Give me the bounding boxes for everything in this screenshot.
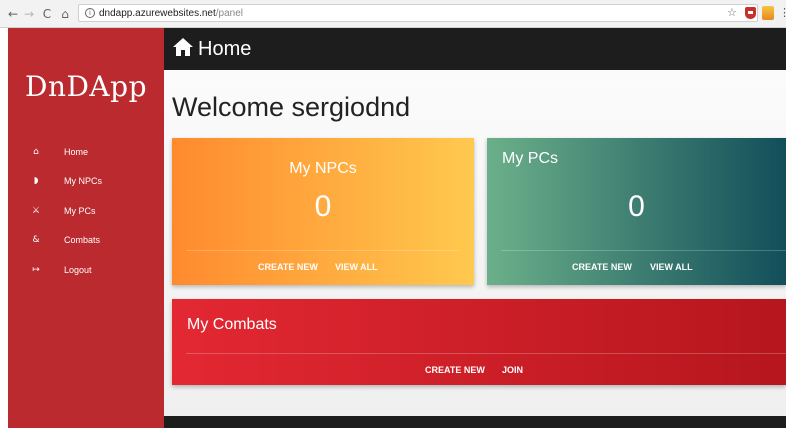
sword-icon: ⚔: [31, 206, 41, 216]
extension-icon[interactable]: [762, 6, 774, 20]
browser-toolbar: ← → C ⌂ i dndapp.azurewebsites.net/panel…: [0, 0, 786, 28]
ublock-extension-icon[interactable]: [745, 7, 756, 19]
create-combat-button[interactable]: CREATE NEW: [425, 365, 485, 375]
back-arrow-icon[interactable]: ←: [6, 7, 20, 21]
sidebar-item-home[interactable]: ⌂ Home: [8, 141, 164, 163]
address-bar[interactable]: i dndapp.azurewebsites.net/panel: [78, 4, 758, 22]
sidebar-item-logout[interactable]: ↦ Logout: [8, 259, 164, 281]
card-title: My Combats: [187, 316, 277, 333]
pcs-card: My PCs 0 CREATE NEW VIEW ALL: [487, 138, 786, 285]
shield-icon: ◗: [33, 176, 39, 186]
logout-icon: ↦: [32, 265, 40, 275]
sidebar-item-my-npcs[interactable]: ◗ My NPCs: [8, 170, 164, 192]
forward-arrow-icon[interactable]: →: [22, 7, 36, 21]
card-title: My PCs: [502, 150, 558, 167]
url-path: /panel: [215, 7, 243, 19]
sidebar-item-combats[interactable]: & Combats: [8, 229, 164, 251]
sidebar-item-label: My NPCs: [64, 176, 102, 186]
reload-icon[interactable]: C: [40, 7, 54, 21]
bookmark-star-icon[interactable]: ☆: [727, 6, 737, 19]
sidebar-item-label: Logout: [64, 265, 92, 275]
npcs-card: My NPCs 0 CREATE NEW VIEW ALL: [172, 138, 474, 285]
card-divider: [186, 353, 786, 354]
pc-count: 0: [628, 190, 645, 223]
welcome-heading: Welcome sergiodnd: [172, 92, 411, 122]
sidebar-item-label: Home: [64, 147, 89, 157]
sidebar: DnDApp ⌂ Home ◗ My NPCs ⚔ My PCs & Comba…: [8, 28, 164, 428]
card-divider: [186, 250, 460, 251]
home-icon: [173, 38, 193, 56]
sidebar-item-label: My PCs: [64, 206, 96, 216]
sidebar-item-my-pcs[interactable]: ⚔ My PCs: [8, 200, 164, 222]
join-combat-button[interactable]: JOIN: [502, 365, 523, 375]
create-npc-button[interactable]: CREATE NEW: [258, 262, 318, 272]
brand-logo[interactable]: DnDApp: [8, 70, 164, 103]
sidebar-item-label: Combats: [64, 235, 101, 245]
browser-menu-icon[interactable]: ⋮: [779, 6, 786, 19]
page-title: Home: [198, 38, 252, 60]
main-content: Welcome sergiodnd My NPCs 0 CREATE NEW V…: [164, 70, 786, 416]
create-pc-button[interactable]: CREATE NEW: [572, 262, 632, 272]
combats-card: My Combats CREATE NEW JOIN: [172, 299, 786, 385]
npc-count: 0: [314, 190, 332, 223]
view-all-pcs-button[interactable]: VIEW ALL: [650, 262, 693, 272]
card-divider: [501, 250, 786, 251]
page-header: Home: [164, 28, 786, 70]
page-footer: [164, 416, 786, 428]
home-icon: ⌂: [33, 147, 39, 157]
card-title: My NPCs: [289, 160, 357, 177]
ampersand-icon: &: [32, 235, 40, 245]
url-host: dndapp.azurewebsites.net: [99, 7, 216, 19]
view-all-npcs-button[interactable]: VIEW ALL: [335, 262, 378, 272]
browser-home-icon[interactable]: ⌂: [58, 7, 72, 21]
info-icon[interactable]: i: [85, 8, 95, 18]
